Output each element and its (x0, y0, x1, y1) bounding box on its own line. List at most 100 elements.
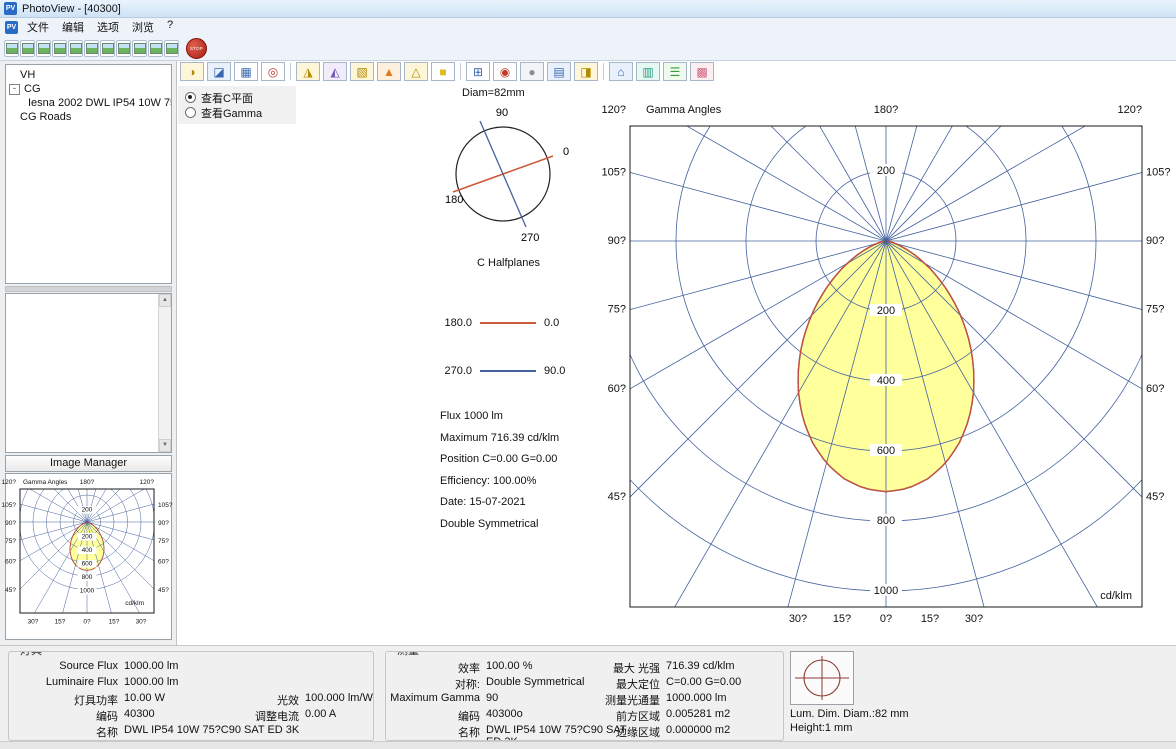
isolux-diagram-icon[interactable]: ◎ (261, 62, 285, 81)
import-image-icon[interactable] (68, 40, 83, 57)
field-row: 前方区域0.005281 m2 (570, 708, 780, 724)
svg-text:60?: 60? (158, 559, 169, 566)
cutoff-diagram-icon[interactable]: △ (404, 62, 428, 81)
field-row: 灯具功率10.00 W光效100.000 lm/W (13, 692, 371, 708)
svg-text:75?: 75? (1146, 304, 1164, 316)
interior-view-icon[interactable]: ⌂ (609, 62, 633, 81)
tree-item-label: CG (24, 83, 41, 95)
document-icon[interactable]: PV (5, 21, 18, 34)
tree-item-label: VH (20, 69, 35, 81)
save-file-icon[interactable] (36, 40, 51, 57)
tree-item-cg-roads[interactable]: CG Roads (6, 110, 171, 124)
grid-values-icon[interactable]: ▥ (636, 62, 660, 81)
image-manager-button[interactable]: Image Manager (5, 455, 172, 472)
tree-item-vh[interactable]: VH (6, 68, 171, 82)
spectrum-diagram-icon[interactable]: ▩ (690, 62, 714, 81)
field-row: 边缘区域0.000000 m2 (570, 724, 780, 740)
svg-text:90?: 90? (1146, 235, 1164, 247)
c-plane-polar-icon[interactable]: ◑ (180, 62, 204, 81)
new-document-icon[interactable] (4, 40, 19, 57)
polar-preview-panel: 200400600800100020045?45?60?60?75?75?90?… (5, 473, 172, 640)
menu-item-browse[interactable]: 浏览 (128, 17, 163, 37)
view-option-c-plane[interactable]: 查看C平面 (185, 90, 296, 105)
cone-diagram-glyph: ▲ (383, 66, 395, 78)
legend-line-red (480, 322, 536, 324)
flux-zones-icon[interactable]: ◮ (296, 62, 320, 81)
scroll-down-icon[interactable]: ▼ (159, 439, 171, 452)
field-label: 调整电流 (211, 708, 299, 724)
panel-splitter[interactable] (5, 286, 172, 292)
field-label: 对称: (390, 676, 480, 692)
c-halfplane-diagram: 90 0 180 270 (445, 100, 575, 245)
menu-item-options[interactable]: 选项 (93, 17, 128, 37)
beam-diagram-icon[interactable]: ▧ (350, 62, 374, 81)
intensity-table-glyph: ▦ (240, 66, 251, 78)
field-value: 1000.000 lm (666, 692, 727, 704)
export-image-icon[interactable] (84, 40, 99, 57)
svg-text:120?: 120? (1118, 104, 1142, 116)
legend-to-label: 90.0 (544, 365, 565, 377)
options-icon[interactable] (164, 40, 179, 57)
photo-glyph (118, 43, 130, 54)
vertical-scrollbar[interactable]: ▲ ▼ (158, 294, 171, 452)
stop-icon[interactable]: STOP (186, 38, 207, 59)
horizontal-scrollbar[interactable] (0, 741, 1176, 749)
tree-item-iesna-2002[interactable]: Iesna 2002 DWL IP54 10W 75?C90 (6, 96, 171, 110)
tree-expander-icon[interactable]: - (9, 84, 20, 95)
glare-diagram-icon[interactable]: ◨ (574, 62, 598, 81)
svg-text:200: 200 (877, 165, 895, 177)
previous-image-icon[interactable] (132, 40, 147, 57)
paste-image-icon[interactable] (116, 40, 131, 57)
svg-text:1000: 1000 (874, 585, 898, 597)
app-icon[interactable]: PV (4, 2, 17, 15)
field-value: 100.000 lm/W (305, 692, 373, 704)
isolux-diagram-glyph: ◎ (268, 66, 278, 78)
photometric-sphere-icon[interactable]: ● (520, 62, 544, 81)
svg-text:1000: 1000 (80, 588, 95, 595)
save-all-icon[interactable] (52, 40, 67, 57)
area-diagram-icon[interactable]: ■ (431, 62, 455, 81)
values-table-icon[interactable]: ⊞ (466, 62, 490, 81)
solid-3d-icon[interactable]: ◭ (323, 62, 347, 81)
cartesian-diagram-icon[interactable]: ◪ (207, 62, 231, 81)
intensity-table-icon[interactable]: ▦ (234, 62, 258, 81)
tree-list: VH-CGIesna 2002 DWL IP54 10W 75?C90CG Ro… (6, 65, 171, 124)
lum-dim-height-label: Height:1 mm (790, 722, 852, 734)
next-image-icon[interactable] (148, 40, 163, 57)
diameter-label: Diam=82mm (462, 87, 525, 99)
ugr-table-glyph: ▤ (553, 66, 564, 78)
ugr-table-icon[interactable]: ▤ (547, 62, 571, 81)
svg-text:120?: 120? (602, 104, 626, 116)
solid-3d-glyph: ◭ (330, 66, 339, 78)
image-list-panel: ▲ ▼ (5, 293, 172, 453)
tree-item-cg[interactable]: -CG (6, 82, 171, 96)
photo-glyph (22, 43, 34, 54)
menu-item-file[interactable]: 文件 (23, 17, 58, 37)
legend-from-label: 180.0 (440, 317, 472, 329)
radio-icon[interactable] (185, 92, 196, 103)
radio-icon[interactable] (185, 107, 196, 118)
photometric-sphere-glyph: ● (528, 66, 535, 78)
field-row: 名称DWL IP54 10W 75?C90 SAT ED 3K (390, 724, 570, 740)
rousseau-diagram-icon[interactable]: ◉ (493, 62, 517, 81)
scroll-up-icon[interactable]: ▲ (159, 294, 171, 307)
menu-item-edit[interactable]: 编辑 (58, 17, 93, 37)
open-file-icon[interactable] (20, 40, 35, 57)
menu-item-help[interactable]: ? (163, 17, 182, 37)
svg-text:60?: 60? (1146, 383, 1164, 395)
field-value: DWL IP54 10W 75?C90 SAT ED 3K (124, 724, 299, 736)
view-option-gamma[interactable]: 查看Gamma (185, 105, 296, 120)
field-label: 名称 (13, 724, 118, 740)
field-row: 最大 光强716.39 cd/klm (570, 660, 780, 676)
svg-text:200: 200 (877, 305, 895, 317)
svg-text:30?: 30? (789, 613, 807, 625)
radio-label: 查看C平面 (201, 90, 253, 106)
field-value: 0.005281 m2 (666, 708, 730, 720)
summary-report-icon[interactable]: ☰ (663, 62, 687, 81)
flux-info: Flux 1000 lm (440, 406, 559, 428)
cone-diagram-icon[interactable]: ▲ (377, 62, 401, 81)
field-row: 编码40300o (390, 708, 570, 724)
field-label: 最大定位 (570, 676, 660, 692)
field-value: 10.00 W (124, 692, 165, 704)
copy-image-icon[interactable] (100, 40, 115, 57)
